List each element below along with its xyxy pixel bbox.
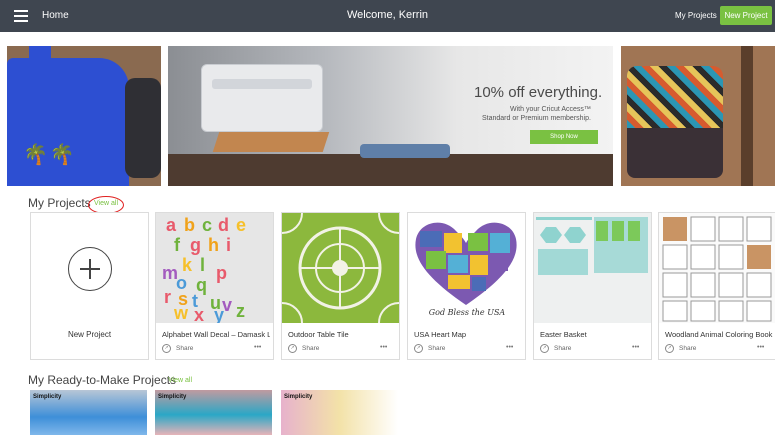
simplicity-logo: Simplicity [33, 394, 62, 400]
welcome-message: Welcome, Kerrin [346, 9, 429, 21]
fabric-graphic [360, 144, 450, 158]
bag-flap-graphic [627, 128, 723, 178]
cutting-machine-graphic [201, 64, 323, 132]
project-thumbnail [659, 213, 775, 323]
project-title[interactable]: Woodland Animal Coloring Book [665, 330, 773, 339]
share-label[interactable]: Share [176, 345, 193, 352]
more-options-icon[interactable]: ••• [254, 344, 261, 351]
project-card-alphabet[interactable]: a b c d e f g h i k l m o p q r s t u v … [155, 212, 274, 360]
project-title[interactable]: USA Heart Map [414, 330, 522, 339]
project-card-table-tile[interactable]: Outdoor Table Tile ↗ Share ••• [281, 212, 400, 360]
ready-to-make-card-2[interactable]: Simplicity [155, 390, 272, 435]
share-label[interactable]: Share [428, 345, 445, 352]
ready-to-make-card-3[interactable]: Simplicity [281, 390, 398, 435]
more-options-icon[interactable]: ••• [380, 344, 387, 351]
ready-to-make-card-1[interactable]: Simplicity [30, 390, 147, 435]
project-title[interactable]: Alphabet Wall Decal – Damask L [162, 330, 270, 339]
my-projects-title: My Projects [28, 196, 91, 210]
sneaker-graphic [125, 78, 161, 178]
tank-strap-graphic [29, 46, 51, 76]
ready-to-make-view-all[interactable]: View all [168, 377, 192, 384]
banner-right-image[interactable] [621, 46, 775, 186]
project-card-woodland[interactable]: Woodland Animal Coloring Book ↗ Share ••… [658, 212, 775, 360]
project-thumbnail: a b c d e f g h i k l m o p q r s t u v … [156, 213, 273, 323]
machine-top-graphic [212, 79, 312, 89]
share-icon[interactable]: ↗ [162, 344, 171, 353]
promo-subtitle-2: Standard or Premium membership. [482, 115, 591, 122]
simplicity-logo: Simplicity [158, 394, 187, 400]
promo-banner[interactable]: 10% off everything. With your Cricut Acc… [168, 46, 613, 186]
share-icon[interactable]: ↗ [288, 344, 297, 353]
project-title[interactable]: Outdoor Table Tile [288, 330, 396, 339]
map-caption: God Bless the USA [428, 308, 506, 317]
more-options-icon[interactable]: ••• [632, 344, 639, 351]
promo-title: 10% off everything. [474, 84, 603, 101]
project-thumbnail [282, 213, 399, 323]
ready-to-make-title: My Ready-to-Make Projects [28, 373, 177, 387]
bag-strap-graphic [741, 46, 753, 186]
table-graphic [168, 154, 613, 186]
more-options-icon[interactable]: ••• [506, 344, 513, 351]
share-label[interactable]: Share [554, 345, 571, 352]
new-project-label: New Project [67, 330, 112, 339]
share-icon[interactable]: ↗ [540, 344, 549, 353]
project-card-easter-basket[interactable]: Easter Basket ↗ Share ••• [533, 212, 652, 360]
banner-left-image[interactable]: 🌴🌴 [7, 46, 161, 186]
top-bar: Home Welcome, Kerrin My Projects New Pro… [0, 0, 775, 32]
my-projects-link[interactable]: My Projects [675, 11, 717, 20]
share-label[interactable]: Share [302, 345, 319, 352]
my-projects-view-all[interactable]: View all [94, 200, 118, 207]
project-title[interactable]: Easter Basket [540, 330, 648, 339]
project-thumbnail [534, 213, 651, 323]
new-project-card[interactable]: New Project [30, 212, 149, 360]
share-icon[interactable]: ↗ [665, 344, 674, 353]
palm-tree-icon: 🌴🌴 [23, 144, 77, 166]
share-label[interactable]: Share [679, 345, 696, 352]
shop-now-button[interactable]: Shop Now [530, 130, 598, 144]
simplicity-logo: Simplicity [284, 394, 313, 400]
promo-subtitle-1: With your Cricut Access™ [510, 106, 591, 113]
cutting-mat-graphic [212, 132, 330, 152]
project-thumbnail: God Bless the USA [408, 213, 525, 323]
plus-icon [68, 247, 112, 291]
new-project-button[interactable]: New Project [720, 6, 772, 25]
share-icon[interactable]: ↗ [414, 344, 423, 353]
more-options-icon[interactable]: ••• [757, 344, 764, 351]
project-card-usa-heart[interactable]: God Bless the USA USA Heart Map ↗ Share … [407, 212, 526, 360]
